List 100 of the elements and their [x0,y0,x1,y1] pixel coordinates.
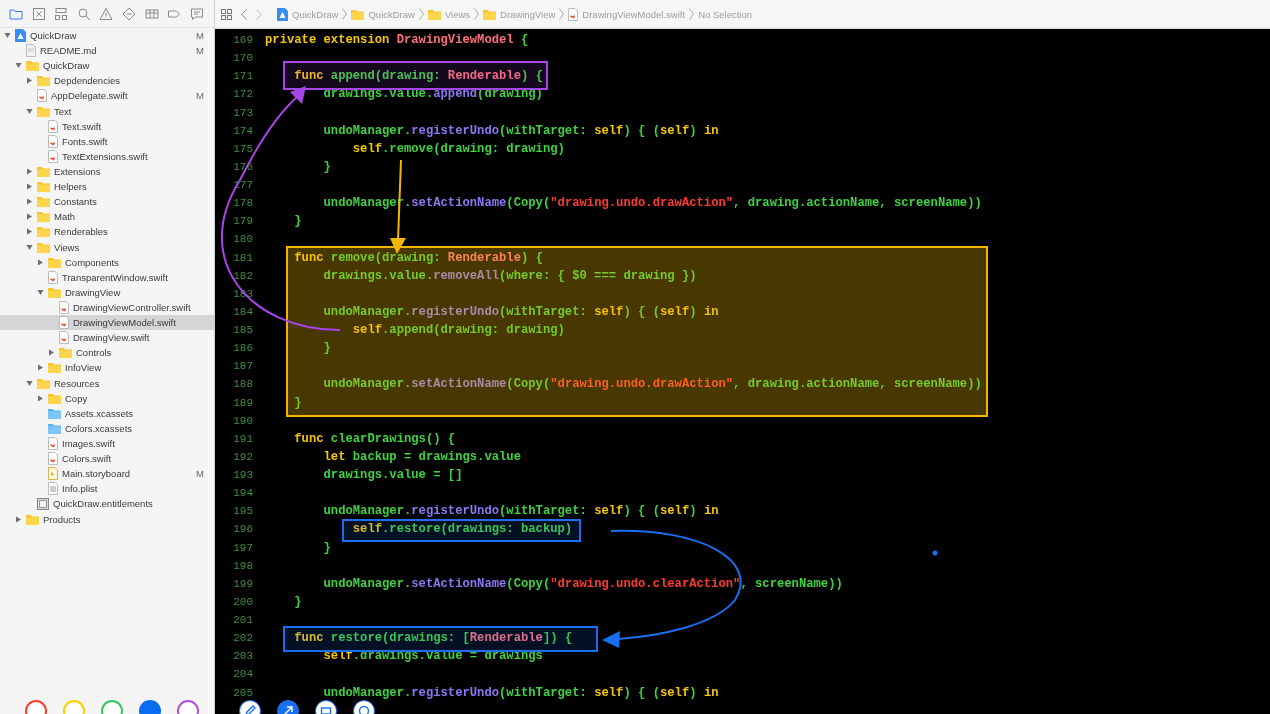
file-tree-item[interactable]: Constants [0,194,214,210]
chevron-separator-icon [418,8,424,20]
folder-icon [48,256,61,268]
disclosure-triangle-icon[interactable] [37,364,44,372]
file-tree-item[interactable]: Colors.xcassets [0,420,214,436]
arrow-icon [282,705,294,714]
file-tree-item[interactable]: Helpers [0,179,214,195]
line-number: 205 [232,686,253,699]
file-tree-item[interactable]: DrawingView [0,284,214,300]
code-line: let backup = drawings.value [322,449,521,464]
disclosure-triangle-icon[interactable] [26,379,33,387]
project-icon [277,7,288,21]
file-tree-item[interactable]: Images.swift [0,435,214,452]
file-tree-item[interactable]: Text.swift [0,118,214,134]
file-tree-item[interactable]: QuickDraw M [0,28,214,44]
folder-icon [48,362,61,374]
document-icon [26,44,36,58]
file-tree-item[interactable]: README.md M [0,43,214,59]
disclosure-triangle-icon[interactable] [15,62,22,70]
navigator-tab-icon[interactable] [9,6,23,21]
disclosure-triangle-icon[interactable] [4,32,11,40]
disclosure-triangle-icon[interactable] [26,168,33,176]
line-number: 189 [232,396,253,409]
file-tree-item[interactable]: Resources [0,375,214,391]
grid-icon[interactable] [221,8,232,20]
chevron-separator-icon [474,8,480,20]
file-tree-item[interactable]: Fonts.swift [0,133,214,149]
file-tree-item[interactable]: Views [0,239,214,255]
folder-icon [26,60,39,72]
file-tree-item[interactable]: QuickDraw.entitlements [0,496,214,512]
code-line: func restore(drawings: [Renderable]) { [293,631,573,646]
code-line: } [293,594,302,609]
line-number: 188 [232,378,253,391]
code-line: self.remove(drawing: drawing) [351,141,565,156]
disclosure-triangle-icon[interactable] [37,394,44,402]
file-tree-item[interactable]: InfoView [0,360,214,376]
file-tree-item[interactable]: TransparentWindow.swift [0,269,214,285]
code-line: self.restore(drawings: backup) [351,522,573,537]
modified-status-label: M [196,45,204,57]
code-line: undoManager.registerUndo(withTarget: self) { (self) in [322,685,719,700]
navigator-tab-icon[interactable] [76,6,91,21]
navigator-tab-icon[interactable] [121,6,136,21]
file-tree-item[interactable]: QuickDraw [0,58,214,74]
folder-icon [37,181,50,193]
file-tree-item[interactable]: Main.storyboard M [0,466,214,482]
swift-file-icon [37,89,47,103]
line-number: 194 [232,487,253,500]
folder-icon [37,226,50,238]
navigator-tab-icon[interactable] [189,6,204,21]
code-line: self.append(drawing: drawing) [351,323,565,338]
line-number: 204 [232,668,253,681]
file-tree-item[interactable]: Products [0,511,214,527]
file-tree-item[interactable]: Renderables [0,224,214,240]
code-line: } [322,159,331,174]
swift-file-icon [48,149,58,163]
file-tree-item[interactable]: Info.plist [0,481,214,497]
file-tree-item[interactable]: Extensions [0,164,214,180]
swift-file-icon [48,452,58,466]
code-line: func append(drawing: Renderable) { [293,69,543,84]
file-tree-item[interactable]: AppDelegate.swift M [0,88,214,104]
file-tree-item[interactable]: Text [0,103,214,119]
disclosure-triangle-icon[interactable] [26,183,33,191]
navigator-tab-icon[interactable] [54,6,69,21]
navigator-tab-icon[interactable] [31,6,46,21]
disclosure-triangle-icon[interactable] [15,515,22,523]
disclosure-triangle-icon[interactable] [26,228,33,236]
file-tree-item[interactable]: TextExtensions.swift [0,148,214,164]
file-tree-item[interactable]: Components [0,254,214,270]
file-tree-item[interactable]: Math [0,209,214,225]
line-number: 179 [232,215,253,228]
folder-icon [37,196,50,208]
file-tree-item[interactable]: DrawingViewController.swift [0,299,214,316]
disclosure-triangle-icon[interactable] [26,77,33,85]
file-tree-item[interactable]: Controls [0,345,214,361]
disclosure-triangle-icon[interactable] [48,349,55,357]
swift-file-icon [59,331,69,345]
navigator-tab-icon[interactable] [99,6,114,21]
line-number: 172 [232,88,253,101]
file-tree-item[interactable]: DrawingViewModel.swift [0,315,214,331]
line-number: 175 [232,142,253,155]
disclosure-triangle-icon[interactable] [26,107,33,115]
folder-icon [37,75,50,87]
disclosure-triangle-icon[interactable] [37,288,44,296]
back-chevron-icon[interactable] [241,8,247,20]
code-line: private extension DrawingViewModel { [265,33,529,48]
file-tree-item[interactable]: Depdendencies [0,73,214,89]
file-tree-item[interactable]: DrawingView.swift [0,330,214,346]
disclosure-triangle-icon[interactable] [26,243,33,251]
line-number: 195 [232,505,253,518]
file-tree-item[interactable]: Colors.swift [0,451,214,467]
disclosure-triangle-icon[interactable] [26,198,33,206]
swift-file-icon [59,316,69,330]
disclosure-triangle-icon[interactable] [26,213,33,221]
file-tree-item[interactable]: Assets.xcassets [0,405,214,421]
file-tree-item[interactable]: Copy [0,390,214,406]
swift-file-icon [48,119,58,133]
folder-icon [59,347,72,359]
code-line: } [293,214,302,229]
line-number: 197 [232,541,253,554]
disclosure-triangle-icon[interactable] [37,258,44,266]
